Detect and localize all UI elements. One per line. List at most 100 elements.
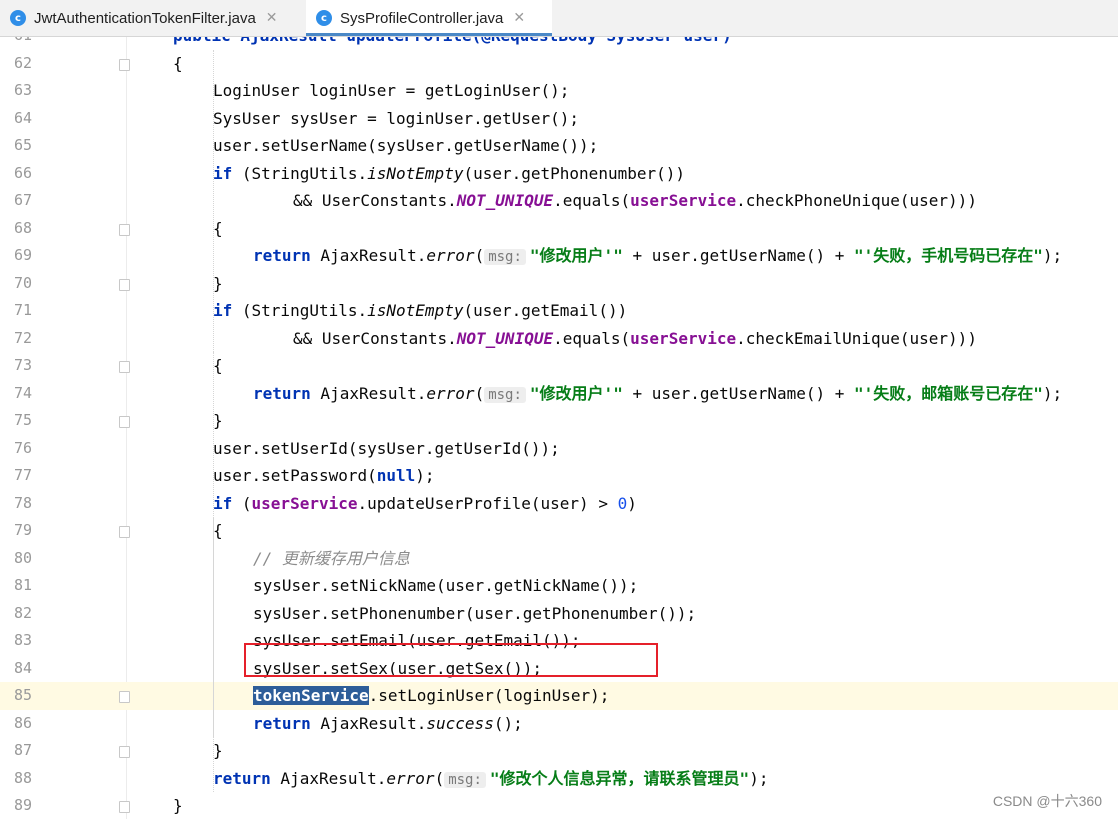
code-token: // 更新缓存用户信息: [253, 548, 410, 568]
code-token: AjaxResult.: [270, 768, 387, 788]
parameter-hint: msg:: [444, 771, 486, 788]
line-number: 66: [13, 163, 32, 182]
fold-marker-icon[interactable]: [119, 223, 130, 236]
code-text: return AjaxResult.error(msg: "修改用户'" + us…: [253, 380, 1062, 410]
line-number: 72: [13, 328, 32, 347]
tab-label: SysProfileController.java: [340, 9, 504, 27]
fold-marker-icon[interactable]: [119, 278, 130, 291]
code-line: 81 sysUser.setNickName(user.getNickName()…: [0, 572, 1118, 600]
line-number: 76: [13, 438, 32, 457]
tab-jwt-filter[interactable]: c JwtAuthenticationTokenFilter.java ✕: [10, 0, 302, 36]
code-token: }: [213, 273, 223, 293]
fold-marker-icon[interactable]: [119, 526, 130, 538]
code-token: if: [213, 163, 233, 183]
code-token: );: [1042, 383, 1063, 403]
code-line: 67 && UserConstants.NOT_UNIQUE.equals(use…: [0, 187, 1118, 215]
code-token: {: [213, 218, 223, 238]
line-number: 83: [13, 631, 32, 649]
code-editor[interactable]: 61 public AjaxResult updateProfile(@Reque…: [0, 37, 1118, 819]
tab-label: JwtAuthenticationTokenFilter.java: [34, 9, 256, 27]
code-token: "'失败，手机号码已存在": [854, 246, 1043, 265]
line-number: 71: [13, 301, 32, 319]
code-token: return: [253, 383, 311, 403]
code-token: .equals(: [553, 328, 631, 348]
code-token: {: [213, 356, 223, 375]
code-token: AjaxResult.: [310, 713, 427, 733]
code-token: ): [627, 493, 637, 513]
code-text: {: [213, 517, 223, 545]
code-token: );: [1042, 246, 1063, 265]
line-number: 68: [13, 218, 32, 237]
line-number: 63: [13, 81, 32, 99]
code-line: 82 sysUser.setPhonenumber(user.getPhonenu…: [0, 600, 1118, 628]
code-line: 73 {: [0, 352, 1118, 380]
code-line: 89}: [0, 792, 1118, 819]
fold-marker-icon[interactable]: [119, 416, 130, 428]
line-number: 87: [13, 741, 32, 759]
code-text: return AjaxResult.success();: [253, 710, 523, 738]
code-token: return: [213, 768, 271, 788]
editor-tab-bar: c JwtAuthenticationTokenFilter.java ✕ c …: [0, 0, 1118, 37]
code-token: AjaxResult.: [310, 246, 427, 265]
code-line: 68 {: [0, 215, 1118, 243]
code-token: (: [474, 383, 485, 403]
code-text: public AjaxResult updateProfile(@Request…: [173, 37, 732, 50]
code-token: (: [232, 493, 252, 513]
code-token: (user.getEmail()): [463, 301, 628, 320]
selected-token: tokenService: [253, 686, 369, 705]
code-token: AjaxResult.: [310, 383, 427, 403]
code-text: sysUser.setNickName(user.getNickName());: [253, 572, 638, 600]
code-line: 64 SysUser sysUser = loginUser.getUser();: [0, 105, 1118, 133]
tab-sys-profile-controller[interactable]: c SysProfileController.java ✕: [306, 0, 552, 36]
line-number: 78: [13, 493, 32, 512]
code-token: }: [213, 411, 223, 430]
code-token: );: [415, 466, 435, 485]
code-text: if (userService.updateUserProfile(user) …: [213, 490, 637, 518]
java-class-icon: c: [316, 10, 332, 26]
code-token: "修改用户'": [529, 246, 623, 265]
code-token: .checkPhoneUnique(user))): [736, 191, 977, 210]
code-line: 66 if (StringUtils.isNotEmpty(user.getPho…: [0, 160, 1118, 188]
parameter-hint: msg:: [484, 249, 526, 265]
code-token: sysUser.setPhonenumber(user.getPhonenumb…: [253, 603, 697, 623]
fold-marker-icon[interactable]: [119, 691, 130, 703]
code-token: isNotEmpty: [367, 301, 464, 320]
close-icon[interactable]: ✕: [513, 10, 525, 26]
parameter-hint: msg:: [484, 386, 526, 403]
code-text: if (StringUtils.isNotEmpty(user.getEmail…: [213, 297, 627, 325]
code-token: "修改个人信息异常，请联系管理员": [489, 768, 750, 788]
line-number: 84: [13, 658, 32, 677]
code-text: // 更新缓存用户信息: [253, 545, 410, 573]
code-token: error: [426, 246, 475, 265]
code-text: return AjaxResult.error(msg: "修改个人信息异常，请联…: [213, 765, 768, 795]
line-number: 62: [13, 53, 32, 72]
code-token: SysUser sysUser = loginUser.getUser();: [213, 108, 580, 128]
line-number: 81: [13, 576, 32, 594]
code-token: (user.getPhonenumber()): [463, 163, 686, 183]
fold-marker-icon[interactable]: [119, 361, 130, 373]
code-token: sysUser.setNickName(user.getNickName());: [253, 576, 639, 595]
code-token: isNotEmpty: [367, 163, 464, 183]
code-token: null: [376, 466, 416, 485]
indent-guide: [213, 214, 214, 242]
code-text: {: [173, 50, 183, 78]
code-token: (: [434, 768, 445, 788]
code-text: user.setUserName(sysUser.getUserName());: [213, 132, 598, 160]
code-token: (: [474, 246, 485, 265]
indent-guide: [213, 517, 214, 737]
code-line: 65 user.setUserName(sysUser.getUserName()…: [0, 132, 1118, 160]
code-text: user.setPassword(null);: [213, 462, 435, 490]
close-icon[interactable]: ✕: [266, 10, 278, 26]
line-number: 64: [13, 108, 32, 127]
code-token: && UserConstants.: [293, 328, 457, 348]
fold-marker-icon[interactable]: [119, 801, 130, 813]
java-class-icon: c: [10, 10, 26, 26]
code-token: NOT_UNIQUE: [456, 191, 554, 210]
fold-marker-icon[interactable]: [119, 58, 130, 71]
code-token: user.setUserId(sysUser.getUserId());: [213, 438, 560, 458]
code-text: SysUser sysUser = loginUser.getUser();: [213, 105, 579, 133]
line-number: 89: [13, 796, 32, 814]
line-number: 75: [13, 411, 32, 429]
code-line: 77 user.setPassword(null);: [0, 462, 1118, 490]
fold-marker-icon[interactable]: [119, 746, 130, 758]
